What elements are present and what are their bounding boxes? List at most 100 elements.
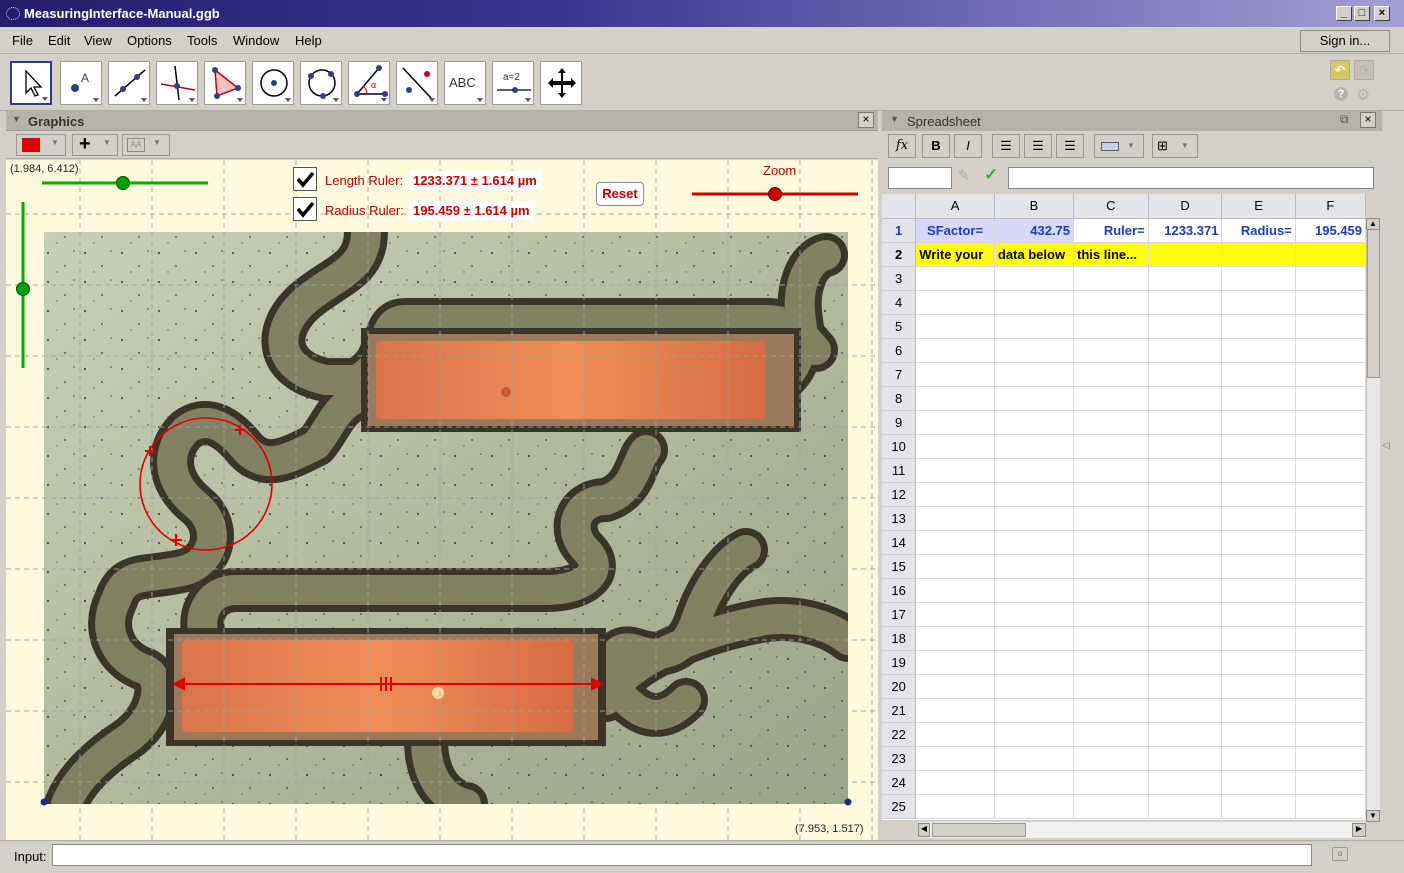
row-header[interactable]: 2 <box>882 242 917 267</box>
cell[interactable] <box>915 698 995 723</box>
slider-tool-button[interactable]: a=2 <box>492 61 534 105</box>
undo-button[interactable]: ↶ <box>1330 60 1350 80</box>
cell[interactable] <box>915 290 995 315</box>
cell[interactable] <box>994 410 1075 435</box>
menu-edit[interactable]: Edit <box>48 33 70 48</box>
cell[interactable] <box>1073 746 1149 771</box>
menu-view[interactable]: View <box>84 33 112 48</box>
cell[interactable] <box>915 746 995 771</box>
border-style-button[interactable]: ⊞ ▼ <box>1152 134 1198 158</box>
cell[interactable] <box>1221 674 1296 699</box>
formula-input[interactable] <box>1008 167 1374 189</box>
collapse-triangle-icon[interactable]: ▼ <box>12 114 21 124</box>
cell[interactable] <box>1148 794 1223 819</box>
cell[interactable] <box>915 386 995 411</box>
cell[interactable] <box>1221 602 1296 627</box>
cell[interactable] <box>1221 650 1296 675</box>
cell[interactable] <box>915 602 995 627</box>
sign-in-button[interactable]: Sign in... <box>1300 30 1390 52</box>
cell[interactable] <box>915 530 995 555</box>
accept-check-icon[interactable]: ✓ <box>984 165 998 185</box>
cell[interactable] <box>915 482 995 507</box>
point-style-button[interactable]: + ▼ <box>72 133 118 156</box>
reflect-tool-button[interactable] <box>396 61 438 105</box>
row-header[interactable]: 16 <box>882 578 917 603</box>
cell[interactable] <box>1221 410 1296 435</box>
cell[interactable] <box>1073 698 1149 723</box>
cell-d1[interactable]: 1233.371 <box>1148 218 1223 243</box>
row-header[interactable]: 23 <box>882 746 917 771</box>
minimize-button[interactable]: _ <box>1336 6 1352 21</box>
cell[interactable] <box>994 530 1075 555</box>
graphics-svg[interactable] <box>6 160 878 840</box>
cell-a2[interactable]: Write your <box>915 242 995 267</box>
row-header[interactable]: 11 <box>882 458 917 483</box>
cell[interactable] <box>1148 626 1223 651</box>
menu-window[interactable]: Window <box>233 33 279 48</box>
graphics-canvas[interactable]: (1.984, 6.412) (7.953, 1.517) Length Rul… <box>6 160 878 840</box>
cell[interactable] <box>1073 650 1149 675</box>
row-header[interactable]: 5 <box>882 314 917 339</box>
cell[interactable] <box>994 506 1075 531</box>
cell[interactable] <box>1295 530 1366 555</box>
cell-f1[interactable]: 195.459 <box>1295 218 1366 243</box>
cell[interactable] <box>1073 362 1149 387</box>
maximize-button[interactable]: □ <box>1354 6 1370 21</box>
menu-help[interactable]: Help <box>295 33 322 48</box>
cell[interactable] <box>1295 602 1366 627</box>
cell[interactable] <box>1221 290 1296 315</box>
cell-b2[interactable]: data below <box>994 242 1075 267</box>
column-header-f[interactable]: F <box>1295 194 1366 219</box>
cell[interactable] <box>1148 290 1223 315</box>
align-left-button[interactable]: ☰ <box>992 134 1020 158</box>
cell[interactable] <box>1295 794 1366 819</box>
cell[interactable] <box>1295 458 1366 483</box>
cell[interactable] <box>915 266 995 291</box>
cell[interactable] <box>915 794 995 819</box>
length-ruler-checkbox[interactable] <box>293 167 317 191</box>
cell[interactable] <box>1073 674 1149 699</box>
cell[interactable] <box>915 506 995 531</box>
row-header[interactable]: 19 <box>882 650 917 675</box>
cell[interactable] <box>1221 554 1296 579</box>
row-header[interactable]: 17 <box>882 602 917 627</box>
spreadsheet-vertical-scrollbar[interactable] <box>1366 218 1380 820</box>
close-button[interactable]: × <box>1374 6 1390 21</box>
cell[interactable] <box>1221 626 1296 651</box>
cell[interactable] <box>1295 386 1366 411</box>
image-corner-point-b[interactable] <box>844 798 852 806</box>
cell[interactable] <box>1295 698 1366 723</box>
cell[interactable] <box>994 458 1075 483</box>
cell[interactable] <box>1221 506 1296 531</box>
label-style-button[interactable]: AA ▼ <box>122 134 170 156</box>
menu-options[interactable]: Options <box>127 33 172 48</box>
column-header-d[interactable]: D <box>1148 194 1223 219</box>
cell-b1[interactable]: 432.75 <box>994 218 1075 243</box>
cell[interactable] <box>915 458 995 483</box>
cell-f2[interactable] <box>1295 242 1366 267</box>
row-header[interactable]: 3 <box>882 266 917 291</box>
scroll-down-arrow-icon[interactable]: ▼ <box>1366 810 1380 822</box>
cell[interactable] <box>1221 722 1296 747</box>
column-header-a[interactable]: A <box>915 194 995 219</box>
circle-center-tool-button[interactable] <box>252 61 294 105</box>
cell[interactable] <box>994 386 1075 411</box>
italic-button[interactable]: I <box>954 134 982 158</box>
cell[interactable] <box>1148 338 1223 363</box>
align-right-button[interactable]: ☰ <box>1056 134 1084 158</box>
cell[interactable] <box>1148 362 1223 387</box>
close-graphics-view-button[interactable]: × <box>858 112 874 128</box>
row-header[interactable]: 10 <box>882 434 917 459</box>
cell[interactable] <box>1221 434 1296 459</box>
row-header[interactable]: 25 <box>882 794 917 819</box>
cell[interactable] <box>1295 434 1366 459</box>
cell[interactable] <box>994 626 1075 651</box>
cell[interactable] <box>1148 578 1223 603</box>
cell[interactable] <box>1221 266 1296 291</box>
cell[interactable] <box>1295 290 1366 315</box>
cell[interactable] <box>994 650 1075 675</box>
cell-a1[interactable]: SFactor= <box>915 218 995 243</box>
cell[interactable] <box>1295 554 1366 579</box>
cell[interactable] <box>1148 554 1223 579</box>
cell-name-box[interactable] <box>888 167 952 189</box>
